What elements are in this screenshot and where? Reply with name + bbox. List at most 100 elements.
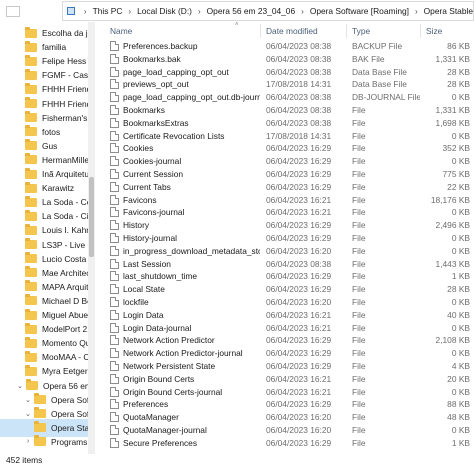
nav-folder-label: La Soda - Centr [42, 197, 88, 208]
nav-folder-label: Gus [42, 140, 58, 151]
file-row[interactable]: last_shutdown_time 06/04/2023 16:29 File 1 … [96, 270, 474, 283]
chevron-right-icon[interactable]: › [24, 438, 32, 445]
folder-icon [34, 421, 46, 433]
file-type: File [352, 297, 366, 307]
file-row[interactable]: Certificate Revocation Lists 17/08/2018 1… [96, 130, 474, 143]
file-row[interactable]: Cookies 06/04/2023 16:29 File 352 KB [96, 142, 474, 155]
column-divider[interactable] [346, 24, 347, 38]
navigation-scrollbar-thumb[interactable] [89, 177, 94, 257]
chevron-right-icon[interactable]: › [415, 7, 418, 16]
file-row[interactable]: QuotaManager-journal 06/04/2023 16:20 File… [96, 424, 474, 437]
nav-folder-label: FHHH Friends - [42, 84, 88, 95]
file-row[interactable]: Preferences 06/04/2023 16:29 File 88 KB [96, 398, 474, 411]
file-icon [110, 335, 119, 346]
file-size: 1 KB [451, 271, 470, 282]
nav-folder-label: Michael D Beck [42, 295, 88, 306]
file-date-modified: 06/04/2023 16:29 [266, 233, 332, 243]
file-icon [110, 130, 119, 141]
file-row[interactable]: Current Session 06/04/2023 16:29 File 775 K… [96, 168, 474, 181]
folder-icon [26, 379, 38, 390]
breadcrumb-item[interactable]: Opera Software [Roaming] [310, 6, 409, 16]
file-size: 20 KB [447, 373, 470, 384]
file-name: Login Data [123, 309, 164, 320]
file-type: File [352, 105, 366, 115]
file-date-modified: 06/04/2023 16:29 [266, 169, 332, 179]
chevron-down-icon[interactable]: ⌄ [24, 396, 32, 404]
column-divider[interactable] [260, 24, 261, 38]
file-name: page_load_capping_opt_out [123, 66, 229, 77]
nav-folder-label: Lucio Costa e C [42, 253, 88, 264]
file-row[interactable]: Bookmarks.bak 06/04/2023 08:38 BAK File 1,3… [96, 53, 474, 66]
file-icon [110, 386, 119, 397]
file-date-modified: 06/04/2023 08:38 [266, 258, 332, 269]
breadcrumb-item[interactable]: Opera 56 em 23_04_06 [207, 6, 295, 16]
file-row[interactable]: Origin Bound Certs 06/04/2023 16:21 File 20… [96, 373, 474, 386]
file-row[interactable]: QuotaManager 06/04/2023 16:20 File 48 KB [96, 411, 474, 424]
breadcrumb-item[interactable]: Local Disk (D:) [137, 6, 192, 16]
file-row[interactable]: Network Persistent State 06/04/2023 16:29… [96, 360, 474, 373]
navigation-scrollbar[interactable] [88, 22, 95, 454]
file-row[interactable]: History 06/04/2023 16:29 File 2,496 KB [96, 219, 474, 232]
file-row[interactable]: in_progress_download_metadata_store 06/04… [96, 245, 474, 258]
file-icon [110, 92, 119, 103]
file-row[interactable]: Last Session 06/04/2023 08:38 File 1,443 KB [96, 258, 474, 271]
file-type: DB-JOURNAL File [352, 92, 420, 103]
file-row[interactable]: Local State 06/04/2023 16:29 File 28 KB [96, 283, 474, 296]
file-row[interactable]: BookmarksExtras 06/04/2023 08:38 File 1,698… [96, 117, 474, 130]
breadcrumb-item[interactable]: Opera Stable [424, 6, 473, 16]
file-row[interactable]: page_load_capping_opt_out.db-journal 06/0… [96, 91, 474, 104]
file-row[interactable]: Secure Preferences 06/04/2023 16:29 File 1 … [96, 437, 474, 450]
column-header-size[interactable]: Size [426, 22, 442, 40]
file-type: File [352, 335, 366, 346]
file-name: Current Tabs [123, 181, 171, 192]
folder-icon [34, 435, 46, 447]
chevron-right-icon[interactable]: › [198, 7, 201, 16]
file-row[interactable]: Favicons-journal 06/04/2023 16:21 File 0 KB [96, 206, 474, 219]
file-date-modified: 06/04/2023 08:38 [266, 66, 332, 77]
column-header-name[interactable]: Name [110, 22, 132, 40]
folder-icon [25, 336, 37, 348]
nav-folder-label: Opera Softwa [51, 408, 88, 419]
file-date-modified: 06/04/2023 16:29 [266, 335, 332, 346]
file-row[interactable]: previews_opt_out 17/08/2018 14:31 Data Bas… [96, 78, 474, 91]
file-row[interactable]: Favicons 06/04/2023 16:21 File 18,176 KB [96, 194, 474, 207]
breadcrumb-item[interactable]: This PC [93, 6, 123, 16]
file-row[interactable]: Bookmarks 06/04/2023 08:38 File 1,331 KB [96, 104, 474, 117]
column-header-type[interactable]: Type [352, 22, 370, 40]
file-date-modified: 06/04/2023 08:38 [266, 41, 332, 51]
file-name: Network Action Predictor-journal [123, 348, 243, 359]
chevron-down-icon[interactable]: ⌄ [24, 410, 32, 418]
nav-folder-label: Opera Softwa [51, 394, 88, 405]
file-row[interactable]: Cookies-journal 06/04/2023 16:29 File 0 KB [96, 155, 474, 168]
file-row[interactable]: History-journal 06/04/2023 16:29 File 0 KB [96, 232, 474, 245]
breadcrumb[interactable]: › This PC › Local Disk (D:) › Opera 56 em 23… [62, 1, 474, 21]
file-type: File [352, 437, 366, 448]
nav-folder-item[interactable]: › Programs [0, 433, 88, 451]
folder-icon [25, 195, 37, 207]
column-header-date-modified[interactable]: Date modified [266, 22, 318, 40]
chevron-right-icon[interactable]: › [301, 7, 304, 16]
file-row[interactable]: Network Action Predictor-journal 06/04/20… [96, 347, 474, 360]
file-row[interactable]: Preferences.backup 06/04/2023 08:38 BACKUP… [96, 40, 474, 53]
nav-folder-label: Momento Quat [42, 338, 88, 349]
file-row[interactable]: Origin Bound Certs-journal 06/04/2023 16:… [96, 386, 474, 399]
file-row[interactable]: Network Action Predictor 06/04/2023 16:29… [96, 334, 474, 347]
chevron-right-icon[interactable]: › [84, 7, 87, 16]
file-row[interactable]: lockfile 06/04/2023 16:20 File 0 KB [96, 296, 474, 309]
file-name: BookmarksExtras [123, 117, 189, 128]
file-name: Cookies-journal [123, 156, 182, 167]
file-row[interactable]: Login Data-journal 06/04/2023 16:21 File 0 … [96, 322, 474, 335]
file-row[interactable]: Login Data 06/04/2023 16:21 File 40 KB [96, 309, 474, 322]
chevron-right-icon[interactable]: › [128, 7, 131, 16]
file-type: File [352, 399, 366, 410]
file-date-modified: 06/04/2023 08:38 [266, 117, 332, 128]
file-row[interactable]: Current Tabs 06/04/2023 16:29 File 22 KB [96, 181, 474, 194]
up-folder-button[interactable] [6, 6, 20, 17]
column-divider[interactable] [420, 24, 421, 38]
file-date-modified: 06/04/2023 16:21 [266, 386, 332, 397]
file-type: Data Base File [352, 79, 407, 90]
file-row[interactable]: page_load_capping_opt_out 06/04/2023 08:3… [96, 66, 474, 79]
chevron-down-icon[interactable]: ⌄ [16, 382, 24, 390]
file-name: Bookmarks [123, 105, 165, 115]
file-size: 28 KB [447, 79, 470, 90]
